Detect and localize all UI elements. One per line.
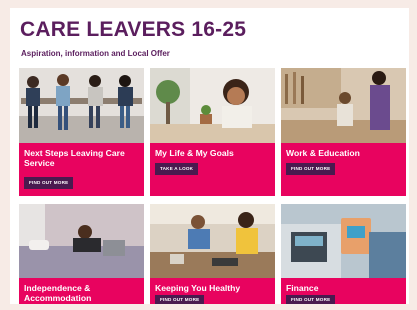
tile-title: Independence & Accommodation [24,283,92,303]
tile-title: My Life & My Goals [155,148,234,158]
workshop-colleagues-photo [281,68,406,143]
find-out-more-button[interactable]: FIND OUT MORE [24,177,74,189]
tile-next-steps[interactable]: Next Steps Leaving Care Service FIND OUT… [19,68,144,196]
couple-cooking-photo [150,204,275,278]
tile-title: Finance [286,283,319,293]
tile-title: Next Steps Leaving Care Service [24,148,125,168]
tile-work-education[interactable]: Work & Education FIND OUT MORE [281,68,406,196]
tile-independence[interactable]: Independence & Accommodation [19,204,144,304]
tile-my-life[interactable]: My Life & My Goals TAKE A LOOK [150,68,275,196]
tile-band: My Life & My Goals TAKE A LOOK [150,143,275,196]
young-people-seated-photo [19,68,144,143]
tile-band: Finance FIND OUT MORE [281,278,406,304]
tile-title: Keeping You Healthy [155,283,241,293]
tile-finance[interactable]: Finance FIND OUT MORE [281,204,406,304]
tile-band: Work & Education FIND OUT MORE [281,143,406,196]
page-title: CARE LEAVERS 16-25 [20,18,247,41]
find-out-more-button[interactable]: FIND OUT MORE [155,295,205,304]
young-man-laptop-bed-photo [19,204,144,278]
tile-keeping-healthy[interactable]: Keeping You Healthy FIND OUT MORE [150,204,275,304]
card-payment-photo [281,204,406,278]
find-out-more-button[interactable]: FIND OUT MORE [286,163,336,175]
find-out-more-button[interactable]: FIND OUT MORE [286,295,336,304]
tile-band: Next Steps Leaving Care Service FIND OUT… [19,143,144,196]
page-subtitle: Aspiration, information and Local Offer [21,49,170,58]
woman-thinking-photo [150,68,275,143]
content-panel: CARE LEAVERS 16-25 Aspiration, informati… [10,8,409,304]
tile-band: Independence & Accommodation [19,278,144,304]
tile-title: Work & Education [286,148,360,158]
take-a-look-button[interactable]: TAKE A LOOK [155,163,199,175]
tile-band: Keeping You Healthy FIND OUT MORE [150,278,275,304]
